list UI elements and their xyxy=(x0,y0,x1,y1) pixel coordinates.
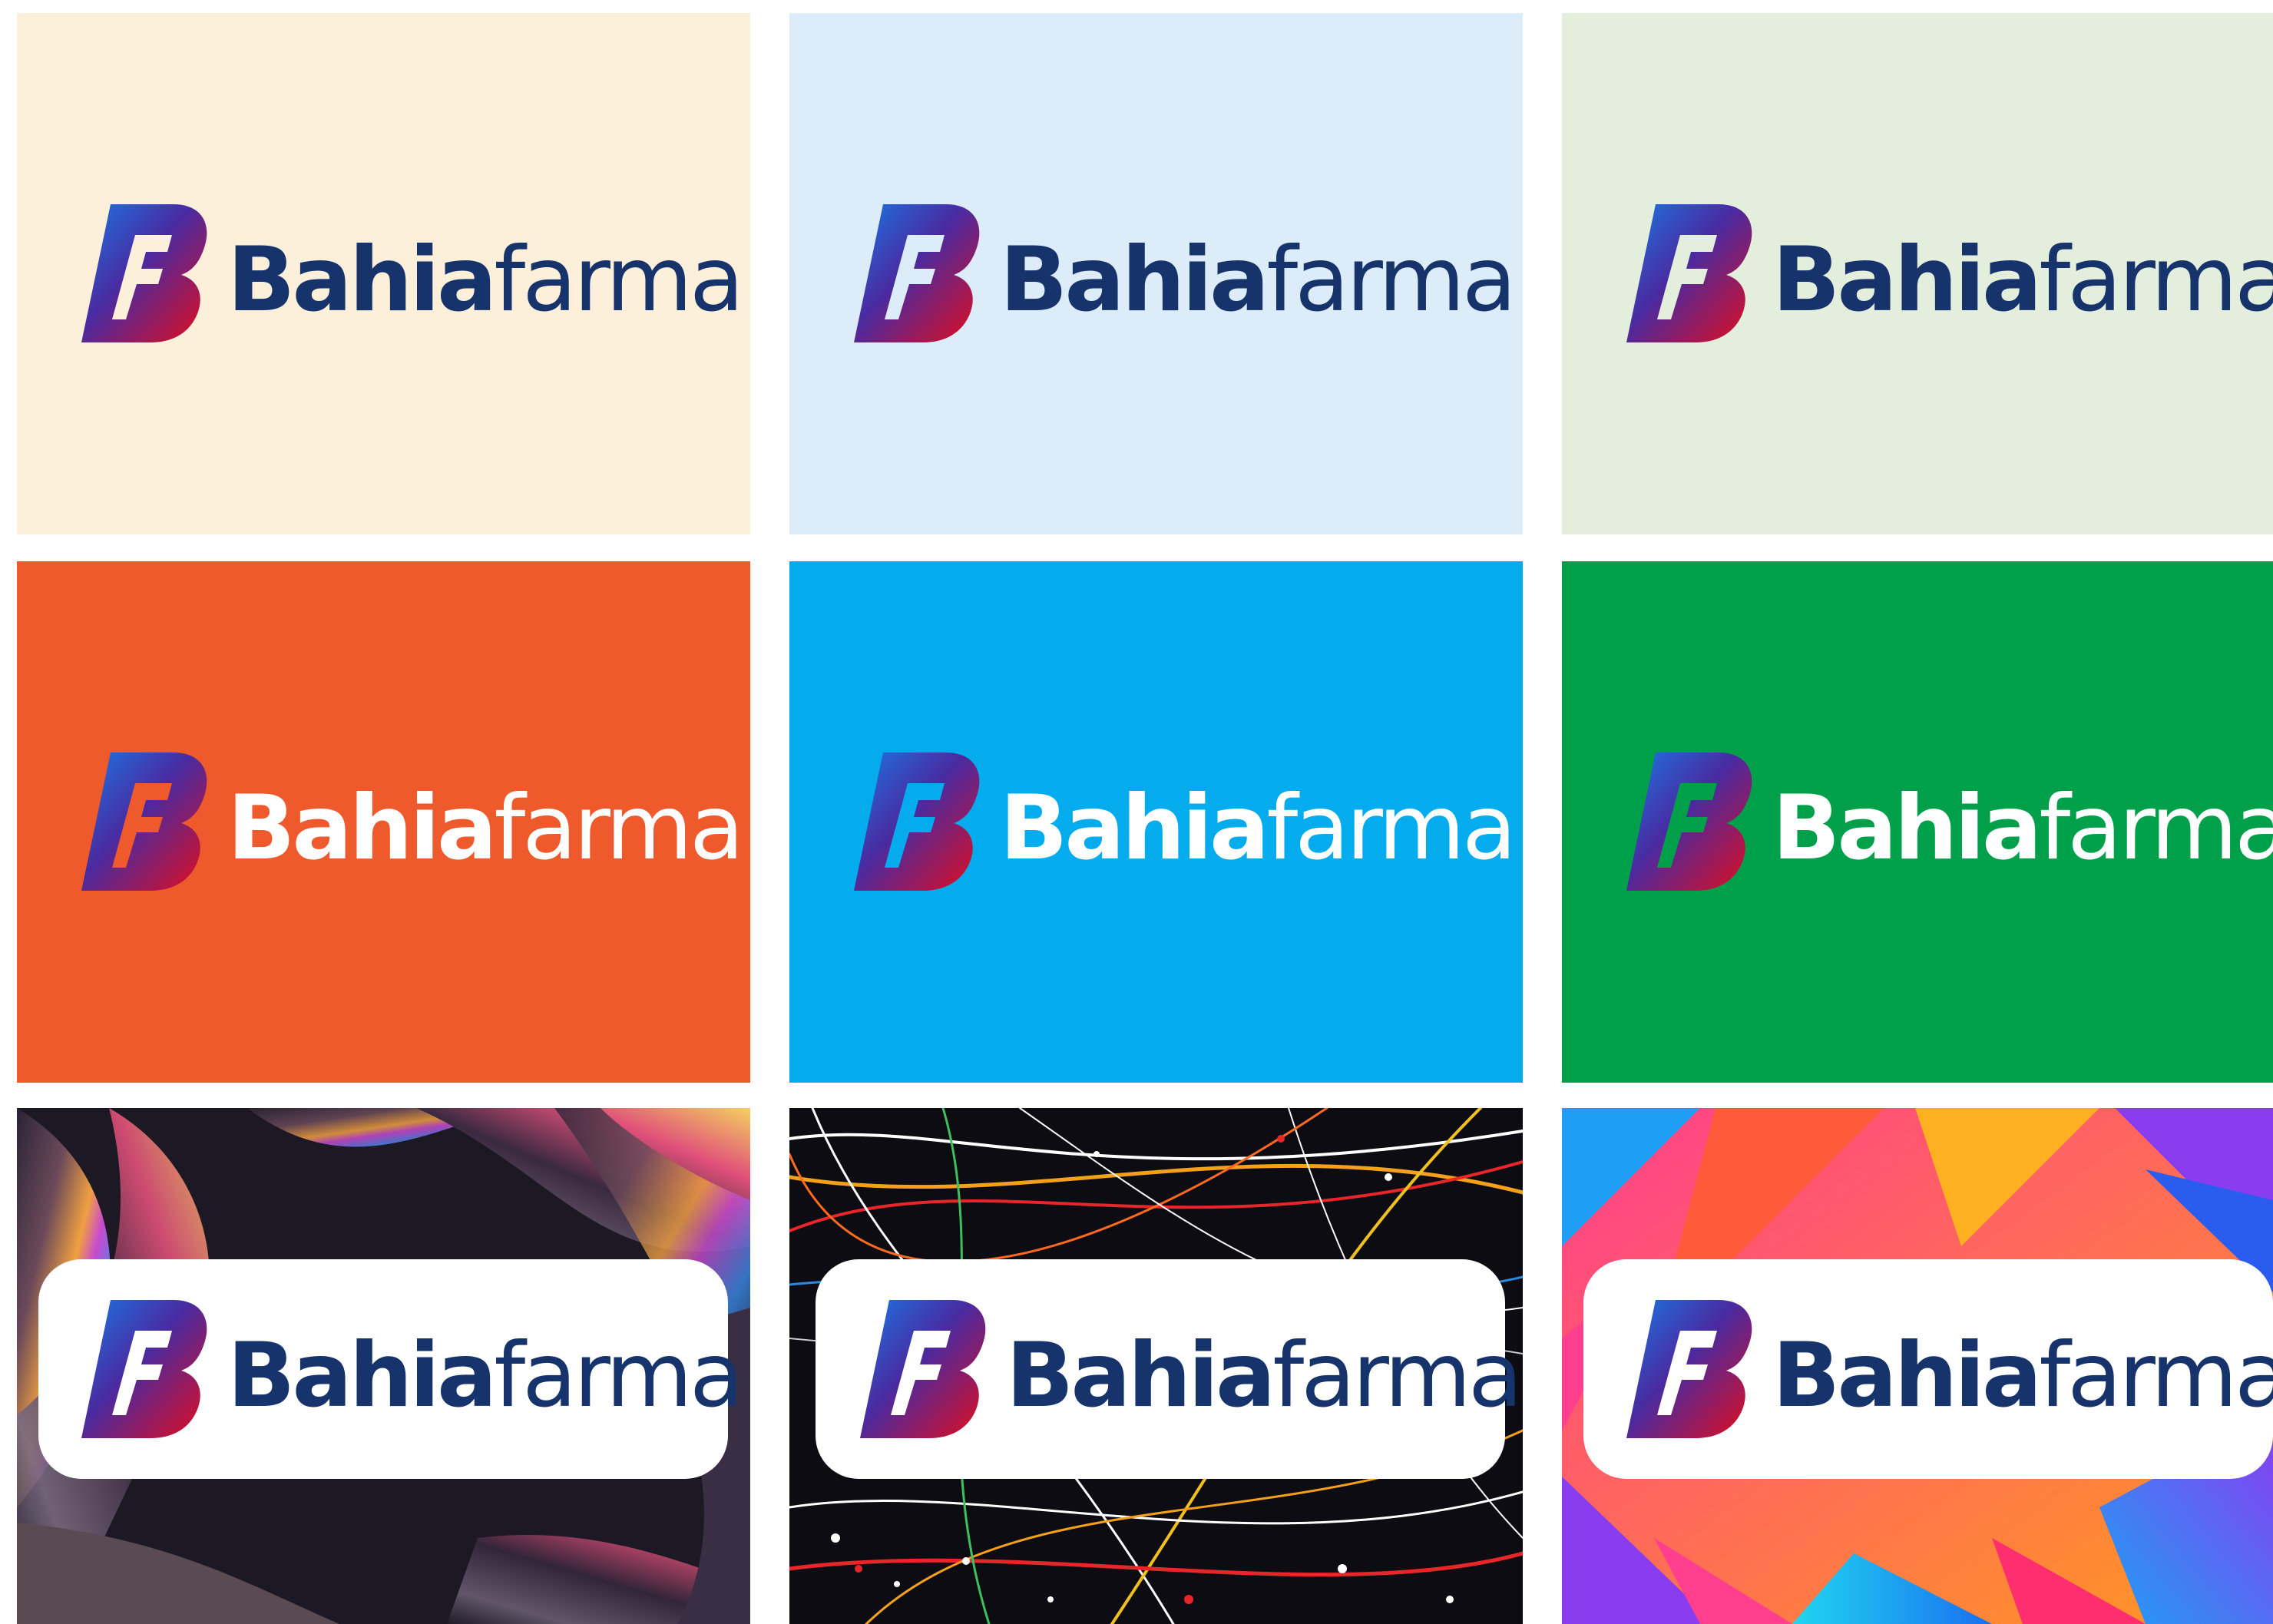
svg-text:Bahiafarma: Bahiafarma xyxy=(1772,1324,2273,1427)
svg-text:Bahiafarma: Bahiafarma xyxy=(227,228,741,332)
f-mark-icon xyxy=(81,1300,207,1438)
logo-cream: Bahiafarma xyxy=(81,204,744,342)
logo-orange: Bahiafarma xyxy=(81,752,744,891)
f-mark-icon xyxy=(854,204,980,342)
bahiafarma-logo: Bahiafarma xyxy=(81,204,744,342)
bahiafarma-logo: Bahiafarma xyxy=(1626,1300,2273,1438)
bahiafarma-logo: Bahiafarma xyxy=(1626,752,2273,891)
logo-splatter: Bahiafarma xyxy=(860,1300,1523,1438)
logo-green: Bahiafarma xyxy=(1626,752,2273,891)
logo-geometric: Bahiafarma xyxy=(1626,1300,2273,1438)
f-mark-icon xyxy=(1626,752,1752,891)
f-mark-icon xyxy=(81,752,207,891)
svg-text:Bahiafarma: Bahiafarma xyxy=(1000,776,1514,880)
svg-text:Bahiafarma: Bahiafarma xyxy=(1772,776,2273,880)
bahiafarma-logo: Bahiafarma xyxy=(1626,204,2273,342)
bahiafarma-logo: Bahiafarma xyxy=(854,752,1517,891)
f-mark-icon xyxy=(81,204,207,342)
svg-text:Bahiafarma: Bahiafarma xyxy=(1772,228,2273,332)
logo-iridescent: Bahiafarma xyxy=(81,1300,744,1438)
bahiafarma-logo: Bahiafarma xyxy=(81,752,744,891)
svg-text:Bahiafarma: Bahiafarma xyxy=(1006,1324,1520,1427)
f-mark-icon xyxy=(860,1300,986,1438)
svg-text:Bahiafarma: Bahiafarma xyxy=(227,776,741,880)
f-mark-icon xyxy=(854,752,980,891)
logo-sky-blue: Bahiafarma xyxy=(854,752,1517,891)
logo-pale-blue: Bahiafarma xyxy=(854,204,1517,342)
svg-text:Bahiafarma: Bahiafarma xyxy=(1000,228,1514,332)
f-mark-icon xyxy=(1626,1300,1752,1438)
bahiafarma-logo: Bahiafarma xyxy=(854,204,1517,342)
svg-text:Bahiafarma: Bahiafarma xyxy=(227,1324,741,1427)
bahiafarma-logo: Bahiafarma xyxy=(860,1300,1523,1438)
f-mark-icon xyxy=(1626,204,1752,342)
logo-pale-green: Bahiafarma xyxy=(1626,204,2273,342)
bahiafarma-logo: Bahiafarma xyxy=(81,1300,744,1438)
